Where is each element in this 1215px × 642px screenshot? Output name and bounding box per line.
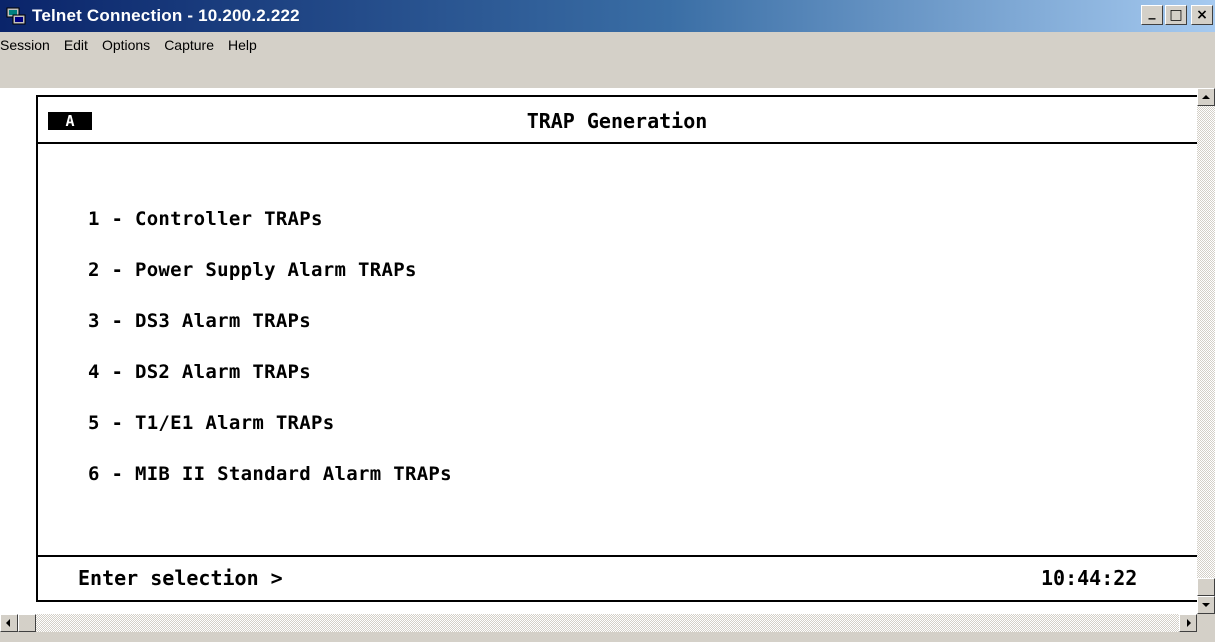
horizontal-scroll-thumb[interactable]	[18, 614, 36, 632]
option-ds2-alarm-traps[interactable]: 4 - DS2 Alarm TRAPs	[88, 363, 452, 382]
title-bar[interactable]: Telnet Connection - 10.200.2.222 _ □ ×	[0, 0, 1215, 32]
maximize-button[interactable]: □	[1165, 5, 1187, 25]
minimize-button[interactable]: _	[1141, 5, 1163, 25]
menu-capture[interactable]: Capture	[157, 37, 221, 53]
scroll-right-button[interactable]	[1179, 614, 1197, 632]
option-power-supply-alarm-traps[interactable]: 2 - Power Supply Alarm TRAPs	[88, 261, 452, 280]
size-grip[interactable]	[1197, 614, 1215, 632]
window-controls: _ □ ×	[1141, 5, 1213, 25]
menu-bar: Session Edit Options Capture Help	[0, 32, 1215, 58]
minimize-icon: _	[1148, 4, 1156, 20]
menu-help[interactable]: Help	[221, 37, 264, 53]
menu-options[interactable]: Options	[95, 37, 157, 53]
option-controller-traps[interactable]: 1 - Controller TRAPs	[88, 210, 452, 229]
menu-edit[interactable]: Edit	[57, 37, 95, 53]
trap-options-list: 1 - Controller TRAPs 2 - Power Supply Al…	[88, 177, 452, 517]
menu-session[interactable]: Session	[0, 37, 57, 53]
scroll-left-button[interactable]	[0, 614, 18, 632]
arrow-left-icon	[6, 619, 10, 627]
close-button[interactable]: ×	[1191, 5, 1213, 25]
scroll-up-button[interactable]	[1197, 88, 1215, 106]
option-ds3-alarm-traps[interactable]: 3 - DS3 Alarm TRAPs	[88, 312, 452, 331]
horizontal-scrollbar[interactable]	[0, 614, 1197, 632]
arrow-down-icon	[1202, 603, 1210, 607]
close-icon: ×	[1196, 7, 1208, 23]
window-title: Telnet Connection - 10.200.2.222	[32, 6, 300, 25]
arrow-up-icon	[1202, 95, 1210, 99]
clock: 10:44:22	[1041, 566, 1138, 590]
option-t1e1-alarm-traps[interactable]: 5 - T1/E1 Alarm TRAPs	[88, 414, 452, 433]
selection-prompt[interactable]: Enter selection >	[78, 566, 283, 590]
terminal-frame: A TRAP Generation 1 - Controller TRAPs 2…	[36, 95, 1215, 602]
arrow-right-icon	[1187, 619, 1191, 627]
telnet-app-icon[interactable]	[6, 6, 26, 26]
option-mib-ii-standard-alarm-traps[interactable]: 6 - MIB II Standard Alarm TRAPs	[88, 465, 452, 484]
terminal-footer: Enter selection > 10:44:22	[38, 555, 1215, 600]
scroll-down-button[interactable]	[1197, 596, 1215, 614]
vertical-scroll-thumb[interactable]	[1197, 578, 1215, 596]
maximize-icon: □	[1169, 7, 1183, 23]
terminal-header: A TRAP Generation	[38, 97, 1215, 144]
vertical-scrollbar[interactable]	[1197, 88, 1215, 614]
screen-title: TRAP Generation	[526, 109, 708, 133]
terminal-screen[interactable]: A TRAP Generation 1 - Controller TRAPs 2…	[0, 88, 1215, 614]
